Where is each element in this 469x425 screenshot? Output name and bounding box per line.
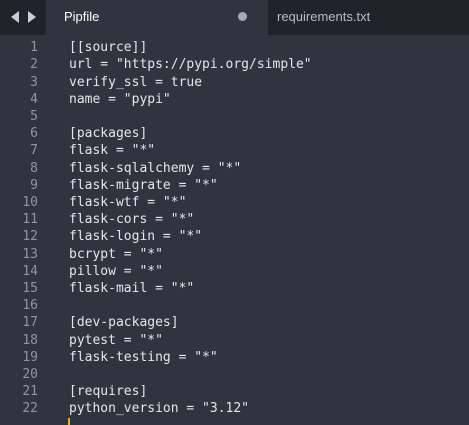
code-line[interactable]: flask-sqlalchemy = "*" (69, 160, 241, 177)
code-area[interactable]: [[source]] url = "https://pypi.org/simple… (69, 35, 469, 425)
line-number: 19 (22, 349, 38, 365)
code-line[interactable]: flask-mail = "*" (69, 280, 194, 297)
code-line[interactable]: bcrypt = "*" (69, 246, 163, 263)
code-line[interactable]: flask-cors = "*" (69, 211, 194, 228)
code-line[interactable]: flask-login = "*" (69, 228, 202, 245)
line-number: 20 (22, 367, 38, 382)
code-line[interactable]: flask-migrate = "*" (69, 177, 218, 194)
line-number: 6 (30, 126, 38, 142)
line-number: 18 (22, 332, 38, 348)
line-number: 16 (22, 298, 38, 314)
line-number: 21 (22, 384, 38, 400)
editor-window: Pipfile requirements.txt 1 2 3 4 5 6 7 8 9 10 11 12… (0, 0, 469, 425)
tab-bar: Pipfile requirements.txt (0, 0, 469, 35)
line-number: 2 (30, 57, 38, 73)
code-line[interactable]: flask = "*" (69, 142, 155, 159)
line-number: 11 (22, 212, 38, 228)
unsaved-dot-icon[interactable] (238, 12, 247, 21)
tab-requirements[interactable]: requirements.txt (268, 0, 469, 35)
code-line[interactable]: url = "https://pypi.org/simple" (69, 56, 312, 73)
line-number: 1 (30, 40, 38, 56)
triangle-right-icon (28, 11, 36, 23)
line-number-gutter: 1 2 3 4 5 6 7 8 9 10 11 12 13 14 15 16 17 18 19 20 21 22 (0, 35, 50, 425)
code-line[interactable]: name = "pypi" (69, 91, 171, 108)
line-number: 12 (22, 229, 38, 245)
line-number: 14 (22, 263, 38, 279)
code-line[interactable]: [dev-packages] (69, 314, 179, 331)
line-number: 17 (22, 315, 38, 331)
code-editor[interactable]: 1 2 3 4 5 6 7 8 9 10 11 12 13 14 15 16 17 18 19 20 21 22 [[so… (0, 35, 469, 425)
line-number: 3 (30, 74, 38, 90)
line-number: 22 (22, 401, 38, 417)
code-line[interactable]: flask-testing = "*" (69, 349, 218, 366)
line-number: 4 (30, 91, 38, 107)
code-line[interactable]: flask-wtf = "*" (69, 194, 186, 211)
tab-label: requirements.txt (277, 9, 371, 24)
line-number: 15 (22, 281, 38, 296)
tab-pipfile[interactable]: Pipfile (46, 0, 268, 35)
code-line[interactable]: pillow = "*" (69, 263, 163, 280)
nav-back-button[interactable] (8, 9, 22, 25)
text-caret (68, 418, 70, 425)
code-line[interactable]: [requires] (69, 383, 147, 400)
code-line[interactable]: verify_ssl = true (69, 74, 202, 91)
line-number: 7 (30, 143, 38, 159)
line-number: 9 (30, 177, 38, 193)
line-number: 13 (22, 246, 38, 262)
triangle-left-icon (11, 11, 19, 23)
nav-forward-button[interactable] (25, 9, 39, 25)
line-number: 8 (30, 160, 38, 176)
code-line[interactable]: [packages] (69, 125, 147, 142)
code-line[interactable]: python_version = "3.12" (69, 400, 249, 417)
line-number: 5 (30, 109, 38, 124)
code-line[interactable]: [[source]] (69, 39, 147, 56)
tab-label: Pipfile (64, 9, 100, 24)
code-line[interactable]: pytest = "*" (69, 332, 163, 349)
line-number: 10 (22, 195, 38, 210)
